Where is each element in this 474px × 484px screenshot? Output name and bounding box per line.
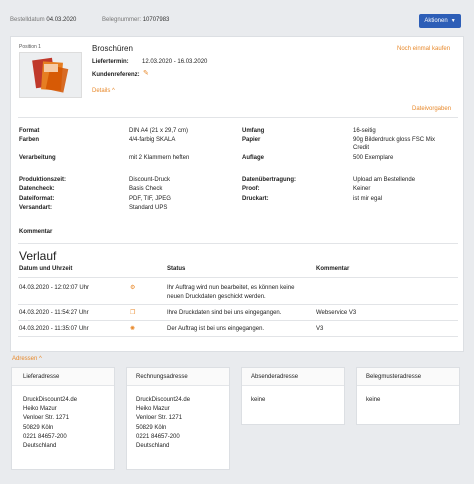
files-icon: ❐ [130, 310, 136, 316]
history-status-2: neuen Druckdaten geschickt werden. [167, 294, 266, 300]
divider [18, 277, 458, 278]
spec-paper-label: Papier [242, 137, 261, 143]
sender-address-value: keine [251, 397, 266, 403]
customer-ref-label: Kundenreferenz: [92, 72, 140, 78]
spec-processing-value: mit 2 Klammern heften [129, 155, 190, 161]
spec-production-label: Produktionszeit: [19, 177, 67, 183]
spec-proof-label: Proof: [242, 186, 260, 192]
file-specs-link[interactable]: Dateivorgaben [412, 106, 451, 113]
spec-paper-value-2: Credit [353, 145, 370, 151]
spec-datacheck-label: Datencheck: [19, 186, 55, 192]
position-label: Position 1 [19, 44, 41, 50]
history-comment: V3 [316, 326, 324, 332]
delivery-label: Liefertermin: [92, 59, 129, 65]
product-image [19, 52, 82, 98]
divider [18, 320, 458, 321]
address-line: 50829 Köln [23, 425, 54, 431]
comment-label: Kommentar [19, 229, 53, 235]
history-date: 04.03.2020 - 11:35:07 Uhr [19, 326, 89, 332]
order-number: Belegnummer: 10707983 [102, 17, 170, 23]
address-line: Deutschland [136, 443, 170, 449]
spec-paper-value: 90g Bilderdruck gloss FSC Mix [353, 137, 436, 143]
history-col-comment: Kommentar [316, 266, 350, 272]
spec-colors-label: Farben [19, 137, 40, 143]
spec-printtype-value: ist mir egal [353, 196, 383, 202]
history-col-status: Status [167, 266, 186, 272]
divider [18, 304, 458, 305]
address-line: 50829 Köln [136, 425, 167, 431]
sun-icon: ✺ [130, 326, 136, 332]
spec-shipping-label: Versandart: [19, 205, 53, 211]
template-address-title: Belegmusteradresse [366, 374, 422, 380]
spec-fileformat-value: PDF, TIF, JPEG [129, 196, 171, 202]
order-date: Bestelldatum 04.03.2020 [10, 17, 77, 23]
shipping-address-card: Lieferadresse DruckDiscount24.de Heiko M… [11, 367, 115, 470]
spec-scope-label: Umfang [242, 128, 265, 134]
spec-datacheck-value: Basis Check [129, 186, 163, 192]
shipping-address-title: Lieferadresse [23, 374, 60, 380]
spec-printtype-label: Druckart: [242, 196, 269, 202]
history-status: Der Auftrag ist bei uns eingegangen. [167, 326, 265, 332]
spec-fileformat-label: Dateiformat: [19, 196, 55, 202]
divider [18, 336, 458, 337]
address-line: DruckDiscount24.de [23, 397, 78, 403]
spec-processing-label: Verarbeitung [19, 155, 56, 161]
spec-shipping-value: Standard UPS [129, 205, 168, 211]
details-toggle[interactable]: Details ^ [92, 88, 115, 95]
chevron-up-icon: ^ [39, 356, 42, 362]
spec-transfer-value: Upload am Bestellende [353, 177, 416, 183]
address-line: Deutschland [23, 443, 57, 449]
address-line: Heiko Mazur [23, 406, 57, 412]
spec-production-value: Discount-Druck [129, 177, 171, 183]
product-title: Broschüren [92, 44, 133, 53]
history-date: 04.03.2020 - 12:02:07 Uhr [19, 285, 90, 291]
history-comment: Webservice V3 [316, 310, 357, 316]
divider [18, 117, 458, 118]
template-address-card: Belegmusteradresse keine [356, 367, 460, 425]
caret-down-icon: ▼ [450, 18, 456, 24]
address-line: DruckDiscount24.de [136, 397, 191, 403]
history-status: Ihre Druckdaten sind bei uns eingegangen… [167, 310, 282, 316]
address-line: Heiko Mazur [136, 406, 170, 412]
divider [18, 243, 458, 244]
history-status: Ihr Auftrag wird nun bearbeitet, es könn… [167, 285, 295, 291]
spec-edition-label: Auflage [242, 155, 265, 161]
spec-edition-value: 500 Exemplare [353, 155, 394, 161]
address-line: 0221 84657-200 [23, 434, 67, 440]
spec-colors-value: 4/4-farbig SKALA [129, 137, 176, 143]
billing-address-card: Rechnungsadresse DruckDiscount24.de Heik… [126, 367, 230, 470]
spec-proof-value: Keiner [353, 186, 371, 192]
reorder-link[interactable]: Noch einmal kaufen [397, 46, 450, 53]
history-date: 04.03.2020 - 11:54:27 Uhr [19, 310, 89, 316]
delivery-value: 12.03.2020 - 16.03.2020 [142, 59, 208, 65]
template-address-value: keine [366, 397, 381, 403]
address-line: Venloer Str. 1271 [23, 415, 70, 421]
history-col-date: Datum und Uhrzeit [19, 266, 73, 272]
spec-format-label: Format [19, 128, 40, 134]
spec-transfer-label: Datenübertragung: [242, 177, 296, 183]
spec-scope-value: 16-seitig [353, 128, 376, 134]
spec-format-value: DIN A4 (21 x 29,7 cm) [129, 128, 189, 134]
address-line: Venloer Str. 1271 [136, 415, 183, 421]
billing-address-title: Rechnungsadresse [136, 374, 188, 380]
history-title: Verlauf [19, 249, 57, 263]
chevron-up-icon: ^ [112, 88, 115, 94]
pencil-icon[interactable]: ✎ [143, 70, 149, 78]
addresses-toggle[interactable]: Adressen ^ [12, 356, 42, 363]
gears-icon: ⚙ [130, 285, 136, 291]
sender-address-title: Absenderadresse [251, 374, 299, 380]
address-line: 0221 84657-200 [136, 434, 180, 440]
actions-dropdown-button[interactable]: Aktionen ▼ [419, 14, 461, 28]
sender-address-card: Absenderadresse keine [241, 367, 345, 425]
